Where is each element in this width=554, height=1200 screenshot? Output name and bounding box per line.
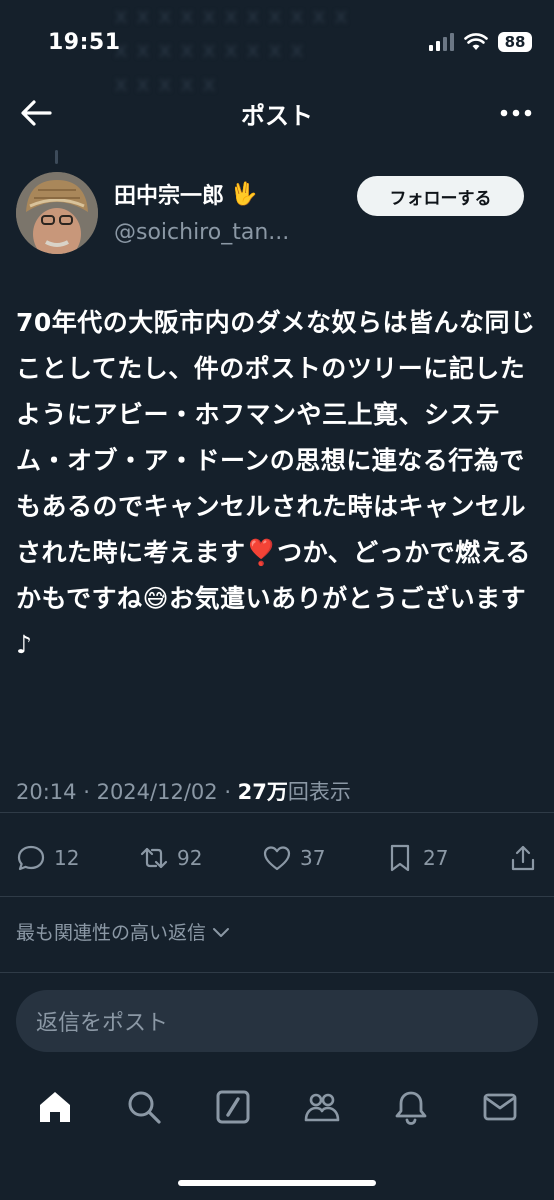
reply-input[interactable]: 返信をポスト (16, 990, 538, 1052)
tab-search[interactable] (122, 1085, 166, 1129)
tab-messages[interactable] (478, 1085, 522, 1129)
tweet-meta: 20:14 · 2024/12/02 · 27万回表示 (16, 776, 351, 806)
chevron-down-icon (213, 927, 230, 937)
battery-icon: 88 (498, 32, 532, 52)
repost-action[interactable]: 92 (139, 843, 202, 873)
wifi-icon (464, 33, 488, 50)
thread-connector (55, 150, 58, 164)
tab-notifications[interactable] (389, 1085, 433, 1129)
action-bar: 12 92 37 27 (16, 838, 538, 878)
bell-icon (395, 1091, 426, 1125)
tweet-text: 70年代の大阪市内のダメな奴らは皆んな同じことしてたし、件のポストのツリーに記し… (16, 308, 536, 659)
reply-icon (17, 845, 45, 871)
status-bar: 19:51 88 (0, 0, 554, 90)
views-label: 回表示 (287, 780, 351, 804)
share-action[interactable] (508, 843, 538, 873)
home-indicator (178, 1180, 376, 1186)
vulcan-salute-emoji: 🖖 (230, 181, 258, 207)
follow-button[interactable]: フォローする (357, 176, 524, 216)
divider (0, 812, 554, 813)
sort-label: 最も関連性の高い返信 (16, 922, 207, 944)
communities-icon (304, 1093, 339, 1122)
heart-icon (263, 846, 291, 871)
bookmark-action[interactable]: 27 (385, 843, 448, 873)
home-icon (39, 1092, 70, 1122)
grok-icon (216, 1090, 249, 1124)
tweet-time[interactable]: 20:14 (16, 780, 77, 804)
repost-count: 92 (177, 846, 203, 870)
meta-separator: · (224, 780, 238, 804)
page-title: ポスト (241, 102, 313, 130)
status-time: 19:51 (48, 30, 121, 55)
bottom-tab-bar (0, 1082, 554, 1132)
mail-icon (483, 1093, 516, 1121)
reply-action[interactable]: 12 (16, 843, 79, 873)
meta-separator: · (83, 780, 97, 804)
reply-sort-selector[interactable]: 最も関連性の高い返信 (16, 918, 230, 945)
like-action[interactable]: 37 (262, 843, 325, 873)
tweet-date[interactable]: 2024/12/02 (97, 780, 218, 804)
search-icon (128, 1091, 161, 1124)
repost-icon (140, 847, 168, 869)
share-icon (511, 845, 535, 871)
author-handle[interactable]: @soichiro_tan... (114, 220, 289, 245)
reply-count: 12 (54, 846, 80, 870)
divider (0, 972, 554, 973)
divider (0, 896, 554, 897)
bookmark-icon (390, 844, 410, 872)
more-options-icon[interactable] (496, 98, 536, 128)
bookmark-count: 27 (423, 846, 449, 870)
tab-communities[interactable] (300, 1085, 344, 1129)
signal-icon (429, 33, 454, 51)
avatar[interactable] (16, 172, 98, 254)
author-name[interactable]: 田中宗一郎 🖖 (114, 178, 257, 210)
author-name-text: 田中宗一郎 (114, 184, 225, 209)
tab-home[interactable] (33, 1085, 77, 1129)
tab-grok[interactable] (211, 1085, 255, 1129)
status-icons: 88 (429, 32, 532, 52)
like-count: 37 (300, 846, 326, 870)
header: ポスト (0, 90, 554, 136)
views-count: 27万 (237, 780, 288, 804)
